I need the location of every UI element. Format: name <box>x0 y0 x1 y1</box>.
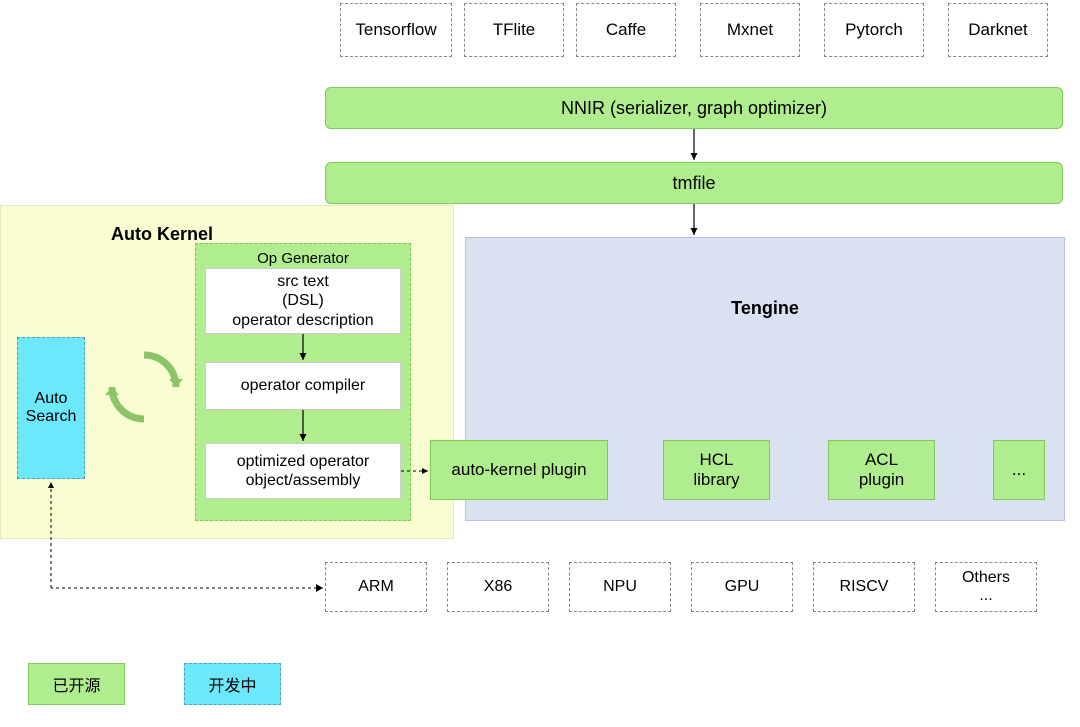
plugin-more-box: ... <box>993 440 1045 500</box>
label: X86 <box>484 578 512 596</box>
auto-kernel-title: Auto Kernel <box>111 224 213 245</box>
auto-kernel-plugin-box: auto-kernel plugin <box>430 440 608 500</box>
label: Darknet <box>968 20 1028 40</box>
label: NPU <box>603 578 637 596</box>
target-npu: NPU <box>569 562 671 612</box>
label: Tensorflow <box>355 20 436 40</box>
target-arm: ARM <box>325 562 427 612</box>
label: Others... <box>962 569 1010 605</box>
framework-mxnet: Mxnet <box>700 3 800 57</box>
framework-darknet: Darknet <box>948 3 1048 57</box>
op-generator-title: Op Generator <box>257 250 349 267</box>
label: optimized operator object/assembly <box>237 452 370 490</box>
label: tmfile <box>672 173 715 194</box>
label: NNIR (serializer, graph optimizer) <box>561 98 827 119</box>
label: operator compiler <box>241 377 366 395</box>
framework-caffe: Caffe <box>576 3 676 57</box>
label: Pytorch <box>845 20 903 40</box>
label: ... <box>1012 460 1026 480</box>
target-riscv: RISCV <box>813 562 915 612</box>
cycle-icon <box>105 348 183 426</box>
label: src text (DSL) operator description <box>232 272 373 330</box>
target-gpu: GPU <box>691 562 793 612</box>
optimized-operator-box: optimized operator object/assembly <box>205 443 401 499</box>
label: 已开源 <box>52 672 100 696</box>
label: 开发中 <box>208 672 256 696</box>
label: Mxnet <box>727 20 773 40</box>
auto-search-box: Auto Search <box>17 337 85 479</box>
label: auto-kernel plugin <box>451 460 586 480</box>
acl-plugin-box: ACLplugin <box>828 440 935 500</box>
label: Caffe <box>606 20 646 40</box>
framework-tensorflow: Tensorflow <box>340 3 452 57</box>
tengine-title: Tengine <box>731 298 799 319</box>
legend-open-source: 已开源 <box>28 663 125 705</box>
label: RISCV <box>840 578 889 596</box>
framework-pytorch: Pytorch <box>824 3 924 57</box>
tmfile-block: tmfile <box>325 162 1063 204</box>
label: ACLplugin <box>859 450 904 490</box>
target-others: Others... <box>935 562 1037 612</box>
nnir-block: NNIR (serializer, graph optimizer) <box>325 87 1063 129</box>
src-text-box: src text (DSL) operator description <box>205 268 401 334</box>
hcl-library-box: HCLlibrary <box>663 440 770 500</box>
framework-tflite: TFlite <box>464 3 564 57</box>
label: HCLlibrary <box>693 450 739 490</box>
operator-compiler-box: operator compiler <box>205 362 401 410</box>
label: TFlite <box>493 20 536 40</box>
target-x86: X86 <box>447 562 549 612</box>
legend-developing: 开发中 <box>184 663 281 705</box>
label: GPU <box>725 578 760 596</box>
label: ARM <box>358 578 394 596</box>
label: Auto Search <box>22 390 80 426</box>
